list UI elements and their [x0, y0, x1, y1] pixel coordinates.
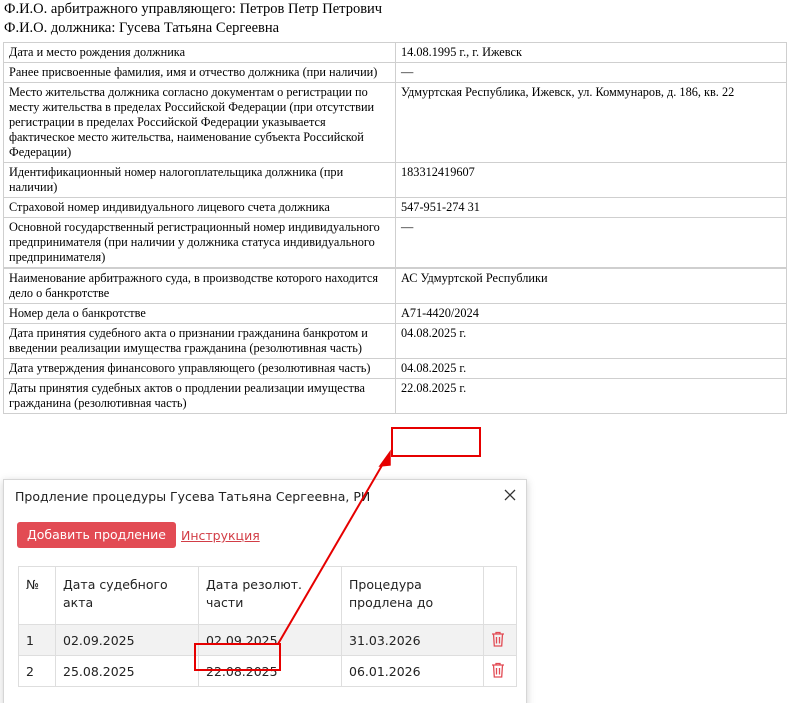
- row-label: Дата и место рождения должника: [3, 42, 396, 63]
- row-value: 04.08.2025 г.: [395, 323, 787, 359]
- cell-actions: [483, 624, 517, 656]
- highlight-box-extension-date: [391, 427, 481, 457]
- row-value: АС Удмуртской Республики: [395, 267, 787, 304]
- extensions-table: № Дата судебного акта Дата резолют. част…: [18, 566, 517, 687]
- table-row: Даты принятия судебных актов о продлении…: [3, 378, 787, 414]
- instruction-link[interactable]: Инструкция: [181, 528, 260, 543]
- table-row: Место жительства должника согласно докум…: [3, 82, 787, 163]
- dialog-title: Продление процедуры Гусева Татьяна Серге…: [15, 489, 371, 504]
- table-row: Дата утверждения финансового управляющег…: [3, 358, 787, 379]
- row-value-extension-dates: 22.08.2025 г.: [395, 378, 787, 414]
- table-row: Дата принятия судебного акта о признании…: [3, 323, 787, 359]
- extension-dialog: Продление процедуры Гусева Татьяна Серге…: [3, 479, 527, 703]
- row-label: Страховой номер индивидуального лицевого…: [3, 197, 396, 218]
- trash-icon[interactable]: [491, 631, 505, 647]
- table-header-row: № Дата судебного акта Дата резолют. част…: [18, 566, 517, 625]
- trash-icon[interactable]: [491, 662, 505, 678]
- column-header-number: №: [18, 566, 56, 625]
- row-value: —: [395, 62, 787, 83]
- row-label: Ранее присвоенные фамилия, имя и отчеств…: [3, 62, 396, 83]
- row-label: Наименование арбитражного суда, в произв…: [3, 267, 396, 304]
- debtor-name: Ф.И.О. должника: Гусева Татьяна Сергеевн…: [4, 20, 280, 36]
- header: Ф.И.О. арбитражного управляющего: Петров…: [4, 0, 382, 38]
- cell-extended-to: 06.01.2026: [341, 655, 484, 687]
- cell-number: 2: [18, 655, 56, 687]
- column-header-resolution-date: Дата резолют. части: [198, 566, 342, 625]
- row-label: Дата принятия судебного акта о признании…: [3, 323, 396, 359]
- close-icon[interactable]: [503, 487, 517, 501]
- table-row: Номер дела о банкротстве А71-4420/2024: [3, 303, 787, 324]
- table-row: Ранее присвоенные фамилия, имя и отчеств…: [3, 62, 787, 83]
- debtor-info-table: Дата и место рождения должника 14.08.199…: [3, 42, 787, 414]
- row-value: 547-951-274 31: [395, 197, 787, 218]
- column-header-act-date: Дата судебного акта: [55, 566, 199, 625]
- table-row: Дата и место рождения должника 14.08.199…: [3, 42, 787, 63]
- table-row: 2 25.08.2025 22.08.2025 06.01.2026: [18, 655, 517, 687]
- row-value: 04.08.2025 г.: [395, 358, 787, 379]
- table-row: Идентификационный номер налогоплательщик…: [3, 162, 787, 198]
- row-label: Номер дела о банкротстве: [3, 303, 396, 324]
- row-value: Удмуртская Республика, Ижевск, ул. Комму…: [395, 82, 787, 163]
- row-label: Дата утверждения финансового управляющег…: [3, 358, 396, 379]
- cell-extended-to: 31.03.2026: [341, 624, 484, 656]
- column-header-actions: [483, 566, 517, 625]
- cell-number: 1: [18, 624, 56, 656]
- row-label: Основной государственный регистрационный…: [3, 217, 396, 269]
- row-value: 183312419607: [395, 162, 787, 198]
- cell-actions: [483, 655, 517, 687]
- manager-name: Ф.И.О. арбитражного управляющего: Петров…: [4, 1, 383, 17]
- cell-resolution-date: 02.09.2025: [198, 624, 342, 656]
- column-header-extended-to: Процедура продлена до: [341, 566, 484, 625]
- table-row: Наименование арбитражного суда, в произв…: [3, 267, 787, 304]
- row-label: Идентификационный номер налогоплательщик…: [3, 162, 396, 198]
- row-value: 14.08.1995 г., г. Ижевск: [395, 42, 787, 63]
- table-row: Страховой номер индивидуального лицевого…: [3, 197, 787, 218]
- row-value: А71-4420/2024: [395, 303, 787, 324]
- row-label: Место жительства должника согласно докум…: [3, 82, 396, 163]
- add-extension-button[interactable]: Добавить продление: [17, 522, 176, 548]
- table-row: 1 02.09.2025 02.09.2025 31.03.2026: [18, 624, 517, 656]
- cell-resolution-date: 22.08.2025: [198, 655, 342, 687]
- table-row: Основной государственный регистрационный…: [3, 217, 787, 269]
- row-label: Даты принятия судебных актов о продлении…: [3, 378, 396, 414]
- row-value: —: [395, 217, 787, 269]
- cell-act-date: 25.08.2025: [55, 655, 199, 687]
- cell-act-date: 02.09.2025: [55, 624, 199, 656]
